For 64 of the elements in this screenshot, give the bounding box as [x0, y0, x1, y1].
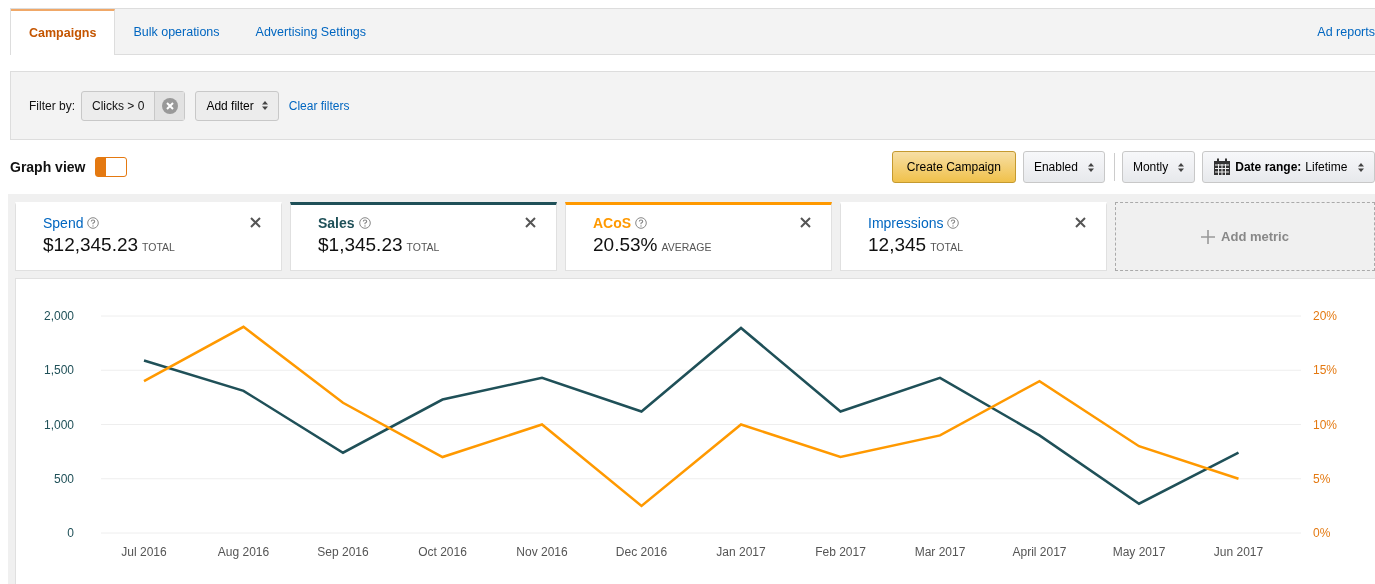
- y-axis-label: 5%: [1313, 471, 1331, 486]
- y-axis-label: 2,000: [43, 309, 74, 323]
- x-axis-label: April 2017: [1012, 545, 1067, 559]
- y-axis-label: 1,000: [43, 417, 74, 432]
- metric-card[interactable]: Sales $1,345.23 TOTAL: [290, 202, 557, 271]
- y-axis-label: 10%: [1313, 417, 1338, 432]
- updown-caret-icon: [1087, 162, 1094, 172]
- x-axis-label: May 2017: [1112, 545, 1166, 559]
- date-range-dropdown[interactable]: Date range: Lifetime: [1202, 151, 1375, 183]
- y-axis-label: 500: [53, 471, 74, 486]
- tab[interactable]: Bulk operations: [115, 9, 238, 54]
- interval-dropdown[interactable]: Montly: [1121, 151, 1196, 183]
- tab[interactable]: Campaigns: [11, 9, 116, 55]
- help-icon[interactable]: [635, 217, 648, 229]
- help-icon[interactable]: [947, 217, 960, 229]
- y-axis-label: 20%: [1313, 309, 1338, 323]
- metric-value: 20.53% AVERAGE: [593, 234, 713, 256]
- close-icon[interactable]: [250, 217, 261, 228]
- x-axis-label: Aug 2016: [217, 545, 270, 559]
- x-axis-label: Nov 2016: [516, 545, 568, 559]
- metric-label: Spend: [43, 215, 84, 231]
- x-axis-label: Oct 2016: [418, 545, 467, 559]
- filter-chip-label: Clicks > 0: [91, 97, 146, 115]
- status-dropdown[interactable]: Enabled: [1022, 151, 1105, 183]
- x-axis-label: Feb 2017: [815, 545, 866, 559]
- x-axis-label: Jan 2017: [716, 545, 766, 559]
- filter-label: Filter by:: [29, 98, 75, 113]
- plus-icon: [1201, 229, 1216, 244]
- calendar-icon: [1213, 158, 1232, 176]
- metric-card[interactable]: Spend $12,345.23 TOTAL: [15, 202, 282, 271]
- x-axis-label: Jun 2017: [1213, 545, 1264, 559]
- help-icon[interactable]: [87, 217, 100, 229]
- metric-label: ACoS: [593, 215, 632, 231]
- x-axis-label: Sep 2016: [317, 545, 369, 559]
- remove-filter-button[interactable]: [154, 91, 185, 120]
- graph-view-label: Graph view: [10, 159, 86, 175]
- x-axis-label: Dec 2016: [615, 545, 668, 559]
- updown-caret-icon: [1178, 162, 1185, 172]
- clear-filters-link[interactable]: Clear filters: [288, 98, 350, 113]
- metric-card[interactable]: Impressions 12,345 TOTAL: [840, 202, 1107, 271]
- updown-caret-icon: [1358, 162, 1364, 172]
- close-icon[interactable]: [525, 217, 536, 228]
- add-filter-button[interactable]: Add filter: [195, 90, 279, 121]
- updown-caret-icon: [261, 101, 268, 110]
- close-circle-icon: [161, 97, 178, 114]
- metric-value: $1,345.23 TOTAL: [318, 234, 441, 256]
- y-axis-label: 0: [67, 526, 74, 540]
- y-axis-label: 1,500: [43, 363, 74, 378]
- create-campaign-button[interactable]: Create Campaign: [891, 151, 1016, 183]
- close-icon[interactable]: [1075, 217, 1086, 228]
- y-axis-label: 0%: [1313, 526, 1331, 540]
- tab[interactable]: Advertising Settings: [237, 9, 385, 54]
- metric-label: Impressions: [868, 215, 944, 231]
- x-axis-label: Jul 2016: [121, 545, 167, 559]
- help-icon[interactable]: [358, 217, 371, 229]
- metric-value: $12,345.23 TOTAL: [43, 234, 176, 256]
- close-icon[interactable]: [800, 217, 811, 228]
- ad-reports-link[interactable]: Ad reports: [1317, 9, 1375, 54]
- metric-label: Sales: [318, 215, 355, 231]
- x-axis-label: Mar 2017: [914, 545, 966, 559]
- graph-view-toggle[interactable]: [95, 157, 128, 177]
- metric-card[interactable]: ACoS 20.53% AVERAGE: [565, 202, 832, 271]
- y-axis-label: 15%: [1313, 363, 1338, 378]
- metric-value: 12,345 TOTAL: [868, 234, 964, 256]
